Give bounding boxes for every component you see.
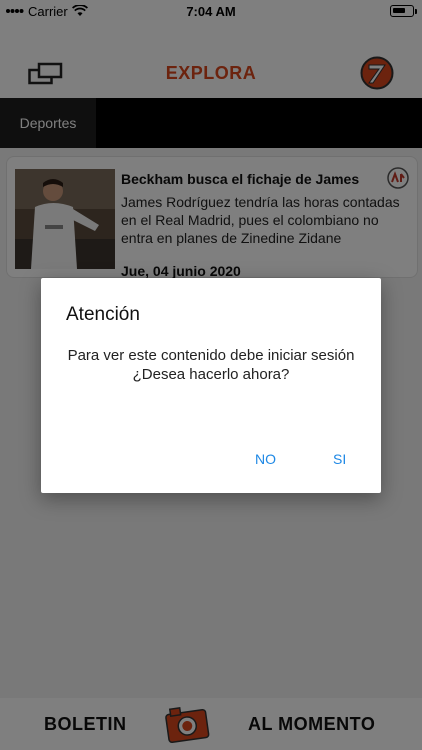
dialog-message-line2: ¿Desea hacerlo ahora? [132,366,290,383]
no-button[interactable]: NO [255,451,276,467]
dialog-message: Para ver este contenido debe iniciar ses… [61,346,361,384]
login-required-dialog: Atención Para ver este contenido debe in… [41,278,381,493]
dialog-message-line1: Para ver este contenido debe iniciar ses… [67,347,355,364]
yes-button[interactable]: SI [333,451,346,467]
dialog-title: Atención [66,304,140,325]
